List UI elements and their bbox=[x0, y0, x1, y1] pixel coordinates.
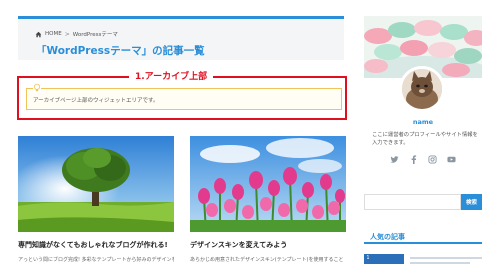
popular-articles-title: 人気の記事 bbox=[370, 233, 405, 241]
avatar[interactable] bbox=[399, 66, 445, 112]
social-links bbox=[364, 155, 482, 164]
article-thumbnail[interactable] bbox=[190, 136, 346, 232]
search-button[interactable]: 検索 bbox=[461, 194, 482, 210]
page-title: 「WordPressテーマ」の記事一覧 bbox=[36, 45, 205, 57]
article-excerpt: あらかじめ用意されたデザインスキン(テンプレート)を使用すること bbox=[190, 257, 344, 263]
article-title[interactable]: 専門知識がなくてもおしゃれなブログが作れる! bbox=[18, 240, 168, 250]
search-input[interactable] bbox=[364, 194, 461, 210]
breadcrumb-home-link[interactable]: HOME bbox=[45, 31, 62, 37]
widget-text: アーカイブページ上部のウィジェットエリアです。 bbox=[33, 98, 159, 104]
profile-description: ここに運営者のプロフィールやサイト情報を入力できます。 bbox=[372, 132, 478, 146]
twitter-icon[interactable] bbox=[390, 155, 399, 164]
lightbulb-icon bbox=[33, 83, 41, 93]
facebook-icon[interactable] bbox=[409, 155, 418, 164]
popular-articles-header: 人気の記事 bbox=[364, 228, 482, 244]
article-excerpt: アっという間にブログ完成! 多彩なテンプレートから好みのデザインを選 bbox=[18, 257, 174, 263]
instagram-icon[interactable] bbox=[428, 155, 437, 164]
article-thumbnail[interactable] bbox=[18, 136, 174, 232]
tree-photo bbox=[18, 136, 174, 232]
article-title[interactable]: デザインスキンを変えてみよう bbox=[190, 240, 287, 250]
archive-top-widget: アーカイブページ上部のウィジェットエリアです。 bbox=[26, 83, 342, 110]
popular-article-title-placeholder[interactable] bbox=[410, 257, 482, 259]
archive-header: HOME > WordPressテーマ 「WordPressテーマ」の記事一覧 bbox=[18, 16, 344, 60]
highlight-label: 1.アーカイブ上部 bbox=[129, 69, 214, 82]
popular-article-rank: 1 bbox=[366, 255, 370, 261]
cat-avatar-icon bbox=[402, 69, 442, 109]
breadcrumb: HOME > WordPressテーマ bbox=[35, 30, 118, 38]
tulips-photo bbox=[190, 136, 346, 232]
youtube-icon[interactable] bbox=[447, 155, 456, 164]
profile-name: name bbox=[412, 118, 434, 126]
breadcrumb-current[interactable]: WordPressテーマ bbox=[73, 30, 118, 38]
breadcrumb-separator: > bbox=[64, 30, 70, 38]
home-icon bbox=[35, 31, 42, 37]
